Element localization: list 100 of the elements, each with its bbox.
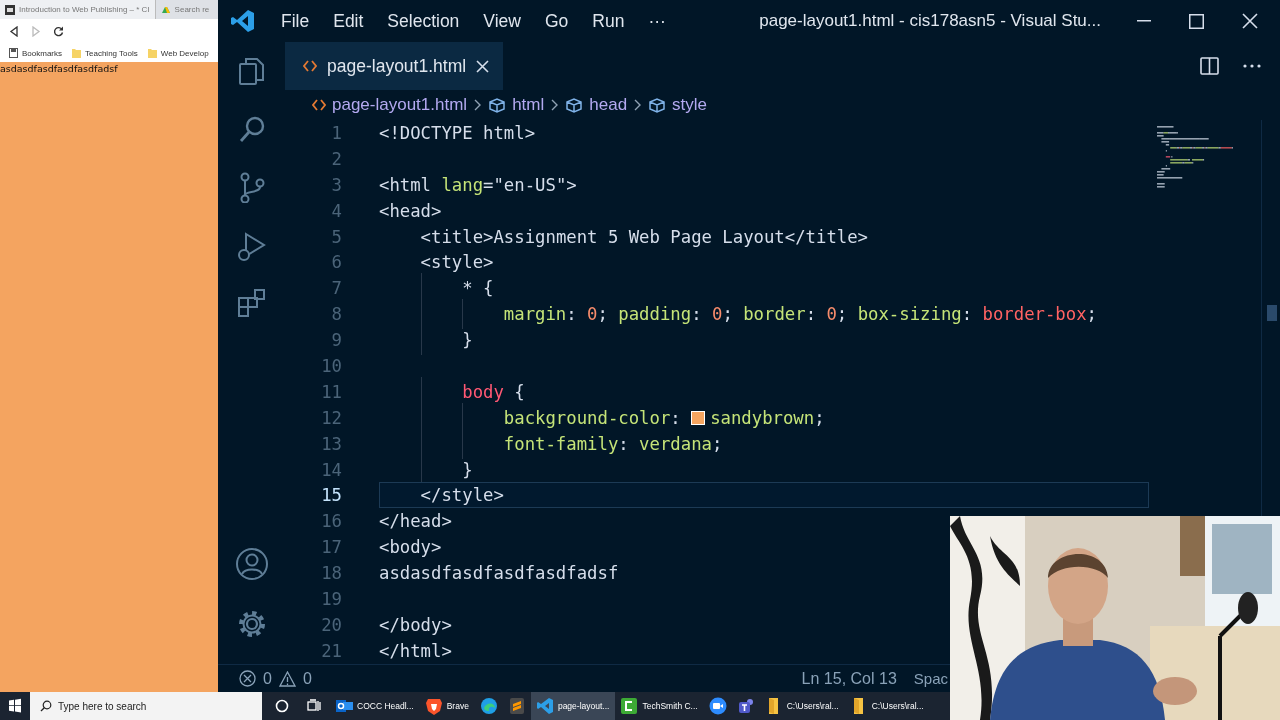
line-number: 17 — [320, 537, 343, 558]
cortana-icon[interactable] — [275, 699, 289, 713]
extensions-icon[interactable] — [235, 287, 268, 319]
taskbar-app[interactable]: TechSmith C... — [615, 692, 704, 720]
line-number: 2 — [330, 148, 343, 169]
code-text: <head> — [379, 200, 442, 221]
line-number: 5 — [330, 226, 343, 247]
element-icon — [488, 96, 507, 114]
recorder-icon — [620, 697, 639, 715]
split-editor-icon[interactable] — [1200, 57, 1219, 75]
line-number: 16 — [320, 511, 343, 532]
line-number: 18 — [320, 563, 343, 584]
back-icon[interactable] — [9, 26, 19, 37]
task-view-icon[interactable] — [307, 699, 321, 713]
code-editor-icon — [535, 697, 554, 715]
text-editor-icon — [507, 697, 526, 715]
warning-icon — [278, 670, 296, 687]
code-text: } — [461, 459, 473, 480]
code-text: sandybrown; — [710, 407, 825, 428]
page-text: asdasdfasdfasdfasdfadsf — [0, 62, 118, 74]
code-text: <html lang="en-US"> — [379, 174, 577, 195]
menu-item[interactable]: View — [471, 10, 533, 32]
chevron-icon — [473, 98, 483, 112]
menu-item[interactable]: Run — [580, 10, 637, 32]
drive-icon — [160, 4, 171, 15]
code-text: <!DOCTYPE html> — [379, 122, 536, 143]
taskbar-app[interactable]: C:\Users\ral... — [759, 692, 845, 720]
taskbar-app[interactable]: page-layout... — [530, 692, 616, 720]
warning-count[interactable]: 0 — [302, 669, 312, 688]
line-number: 8 — [330, 304, 343, 325]
code-text: <style> — [419, 252, 494, 273]
menu-item[interactable]: Selection — [375, 10, 472, 32]
breadcrumb-item[interactable]: style — [672, 95, 708, 115]
chevron-icon — [550, 98, 560, 112]
search-icon — [40, 700, 52, 712]
app-logo — [231, 9, 255, 33]
menu-item[interactable]: Go — [533, 10, 581, 32]
more-icon[interactable] — [1243, 64, 1261, 68]
scrollbar-thumb[interactable] — [1267, 305, 1277, 321]
code-text: background-color: — [502, 407, 682, 428]
browser-icon — [479, 697, 498, 715]
code-text: </body> — [379, 614, 452, 635]
breadcrumb-item[interactable]: page-layout1.html — [332, 95, 468, 115]
indentation-status[interactable]: Spac — [913, 670, 948, 687]
video-call-icon — [708, 697, 727, 715]
color-swatch[interactable] — [691, 410, 706, 425]
error-count[interactable]: 0 — [263, 669, 272, 688]
taskbar-app[interactable]: Brave — [419, 692, 475, 720]
bookmark[interactable]: Web Develop — [147, 48, 209, 58]
line-number: 1 — [330, 122, 343, 143]
chevron-icon — [633, 98, 643, 112]
line-number: 4 — [330, 200, 343, 221]
page-icon — [5, 4, 15, 15]
code-text: } — [461, 330, 473, 351]
line-number: 13 — [320, 433, 343, 454]
reload-icon[interactable] — [53, 26, 64, 37]
close-icon[interactable] — [476, 59, 490, 73]
code-text: </head> — [379, 511, 452, 532]
code-icon — [303, 60, 317, 72]
browser-tab[interactable]: Introduction to Web Publishing – * CI — [0, 0, 156, 19]
element-icon — [648, 96, 667, 114]
line-number: 3 — [330, 174, 343, 195]
line-number: 9 — [330, 330, 343, 351]
menu-item[interactable]: Edit — [321, 10, 376, 32]
browser-tab[interactable]: Search re — [155, 0, 215, 19]
breadcrumb-item[interactable]: head — [589, 95, 628, 115]
code-text: * { — [461, 278, 494, 299]
bookmark-icon — [9, 48, 18, 58]
error-icon — [239, 670, 256, 687]
element-icon — [565, 96, 584, 114]
line-number: 21 — [320, 640, 343, 661]
minimize-icon[interactable] — [1137, 20, 1151, 22]
line-number: 19 — [320, 588, 343, 609]
account-icon[interactable] — [234, 547, 269, 581]
editor-tab[interactable]: page-layout1.html — [285, 42, 504, 90]
maximize-icon[interactable] — [1189, 13, 1204, 29]
taskbar-app[interactable]: COCC Headl... — [330, 692, 420, 720]
line-number: 20 — [320, 614, 343, 635]
bookmark[interactable]: Teaching Tools — [72, 48, 138, 58]
folder-icon — [72, 48, 81, 58]
close-icon[interactable] — [1242, 13, 1258, 29]
line-number: 7 — [330, 278, 343, 299]
cursor-position[interactable]: Ln 15, Col 13 — [801, 669, 897, 688]
code-text: asdasdfasdfasdfasdfadsf — [379, 563, 619, 584]
folder-icon — [147, 48, 157, 58]
lion-icon — [424, 697, 443, 715]
bookmark[interactable]: Bookmarks — [9, 48, 62, 58]
code-icon — [312, 99, 326, 111]
code-text: margin: 0; padding: 0; border: 0; box-sizing: border-box; — [502, 304, 1097, 325]
mail-icon — [335, 697, 353, 715]
search-field[interactable]: Type here to search — [30, 692, 262, 720]
code-text: <body> — [379, 537, 442, 558]
taskbar-app[interactable]: C:\Users\ral... — [844, 692, 930, 720]
code-text: body { — [461, 381, 525, 402]
menu-item[interactable]: File — [269, 10, 322, 32]
line-number: 6 — [330, 252, 343, 273]
code-text: </style> — [419, 485, 504, 506]
breadcrumb-item[interactable]: html — [512, 95, 545, 115]
line-number: 12 — [320, 407, 343, 428]
menu-item[interactable]: ··· — [636, 10, 678, 32]
